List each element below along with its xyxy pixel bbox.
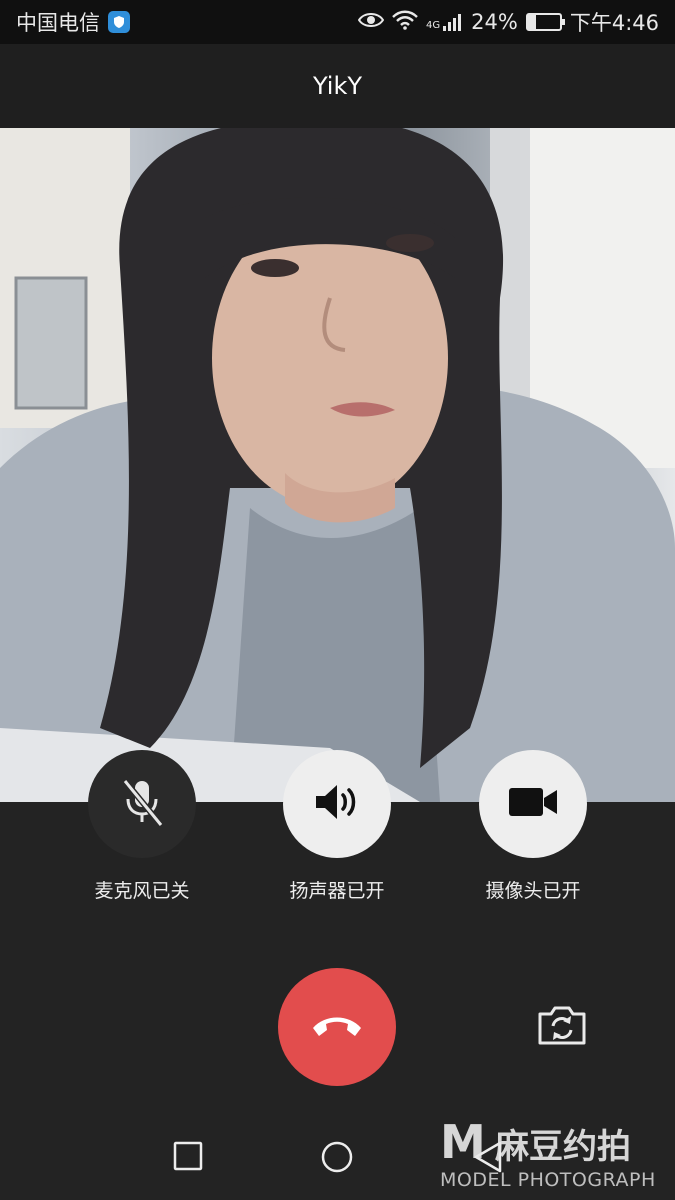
mic-off-icon: [119, 777, 165, 831]
camera-status-label: 摄像头已开: [485, 880, 581, 902]
status-bar: 中国电信 4G 24% 下午4:46: [0, 0, 675, 44]
phone-hangup-icon: [309, 1010, 365, 1044]
clock: 下午4:46: [569, 11, 659, 35]
wifi-icon: [392, 10, 418, 35]
status-right: 4G 24% 下午4:46: [357, 7, 659, 37]
eye-icon: [357, 10, 385, 34]
recents-button[interactable]: [172, 1140, 204, 1176]
status-left: 中国电信: [16, 7, 130, 37]
contact-name: YikY: [312, 72, 363, 100]
carrier-name: 中国电信: [16, 11, 100, 35]
battery-fill: [527, 15, 536, 29]
camera-switch-icon: [537, 1004, 587, 1050]
shield-icon: [108, 11, 130, 33]
watermark: M 麻豆约拍 MODEL PHOTOGRAPH: [440, 1115, 670, 1195]
battery-icon: [525, 13, 565, 31]
network-type: 4G: [426, 20, 441, 31]
watermark-english: MODEL PHOTOGRAPH: [440, 1169, 656, 1191]
speaker-toggle-button[interactable]: [283, 750, 391, 858]
speaker-icon: [314, 782, 360, 826]
watermark-letter: M: [440, 1115, 486, 1169]
remote-video-feed[interactable]: [0, 128, 675, 802]
video-frame-illustration: [0, 128, 675, 802]
signal-icon: 4G: [426, 13, 463, 31]
video-camera-icon: [508, 786, 558, 822]
watermark-chinese: 麻豆约拍: [495, 1127, 631, 1167]
camera-toggle-button[interactable]: [479, 750, 587, 858]
hang-up-button[interactable]: [278, 968, 396, 1086]
speaker-status-label: 扬声器已开: [289, 880, 385, 902]
mic-status-label: 麦克风已关: [94, 880, 190, 902]
home-button[interactable]: [320, 1140, 354, 1178]
switch-camera-button[interactable]: [536, 1004, 588, 1050]
mic-toggle-button[interactable]: [88, 750, 196, 858]
circle-icon: [321, 1141, 353, 1173]
battery-percent: 24%: [471, 10, 518, 34]
call-header: YikY: [0, 44, 675, 128]
square-icon: [173, 1141, 203, 1171]
